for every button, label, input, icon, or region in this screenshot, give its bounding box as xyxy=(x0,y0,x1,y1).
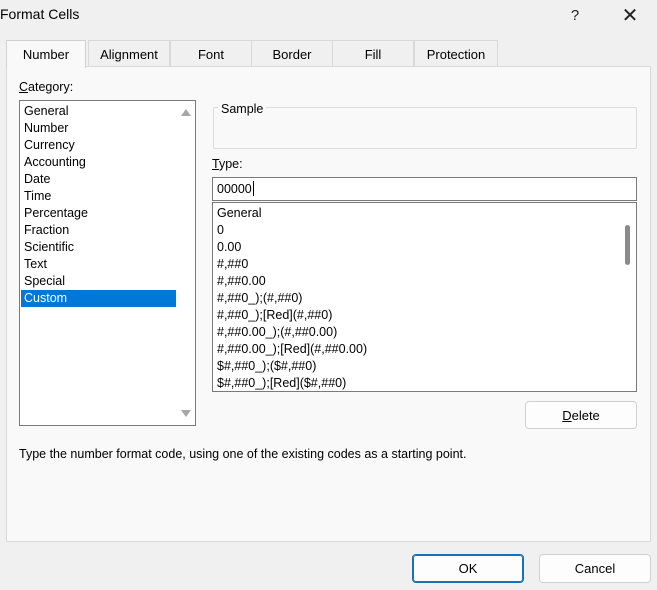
category-label: Category: xyxy=(19,80,74,94)
ok-button[interactable]: OK xyxy=(412,554,524,583)
sample-group xyxy=(213,107,637,149)
dialog-title: Format Cells xyxy=(0,6,80,22)
tab-font[interactable]: Font xyxy=(170,40,252,67)
category-item-general[interactable]: General xyxy=(21,103,176,120)
format-item[interactable]: General xyxy=(217,205,261,222)
format-item[interactable]: #,##0.00_);(#,##0.00) xyxy=(217,324,337,341)
category-item-special[interactable]: Special xyxy=(21,273,176,290)
scroll-up-icon[interactable] xyxy=(181,109,191,116)
tab-protection[interactable]: Protection xyxy=(414,40,498,67)
help-icon: ? xyxy=(570,6,580,24)
tab-border[interactable]: Border xyxy=(251,40,333,67)
category-item-date[interactable]: Date xyxy=(21,171,176,188)
type-label: Type: xyxy=(212,157,243,171)
type-input[interactable]: 00000 xyxy=(212,177,637,201)
cancel-button[interactable]: Cancel xyxy=(539,554,651,583)
category-list[interactable]: General Number Currency Accounting Date … xyxy=(19,100,196,426)
delete-button[interactable]: Delete xyxy=(525,401,637,429)
help-button[interactable]: ? xyxy=(552,0,598,30)
category-item-accounting[interactable]: Accounting xyxy=(21,154,176,171)
format-item[interactable]: 0 xyxy=(217,222,224,239)
category-item-currency[interactable]: Currency xyxy=(21,137,176,154)
category-item-scientific[interactable]: Scientific xyxy=(21,239,176,256)
format-item[interactable]: $#,##0_);[Red]($#,##0) xyxy=(217,375,346,391)
format-item[interactable]: #,##0.00_);[Red](#,##0.00) xyxy=(217,341,367,358)
scroll-down-icon[interactable] xyxy=(181,410,191,417)
title-bar: Format Cells ? ✕ xyxy=(0,0,657,30)
category-item-time[interactable]: Time xyxy=(21,188,176,205)
format-item[interactable]: #,##0_);(#,##0) xyxy=(217,290,302,307)
tab-number[interactable]: Number xyxy=(6,40,86,68)
format-code-list[interactable]: General 0 0.00 #,##0 #,##0.00 #,##0_);(#… xyxy=(212,202,637,392)
format-item[interactable]: #,##0.00 xyxy=(217,273,266,290)
text-caret xyxy=(252,181,254,196)
format-item[interactable]: 0.00 xyxy=(217,239,241,256)
sample-label: Sample xyxy=(218,102,267,116)
category-item-number[interactable]: Number xyxy=(21,120,176,137)
format-description: Type the number format code, using one o… xyxy=(19,447,467,461)
category-item-percentage[interactable]: Percentage xyxy=(21,205,176,222)
close-icon: ✕ xyxy=(621,4,639,27)
format-item[interactable]: #,##0_);[Red](#,##0) xyxy=(217,307,332,324)
tab-fill[interactable]: Fill xyxy=(332,40,414,67)
scrollbar-thumb[interactable] xyxy=(625,225,630,265)
tab-alignment[interactable]: Alignment xyxy=(88,40,170,67)
close-button[interactable]: ✕ xyxy=(607,0,653,30)
category-scrollbar[interactable] xyxy=(176,101,195,425)
format-item[interactable]: $#,##0_);($#,##0) xyxy=(217,358,316,375)
format-item[interactable]: #,##0 xyxy=(217,256,248,273)
category-item-fraction[interactable]: Fraction xyxy=(21,222,176,239)
category-item-text[interactable]: Text xyxy=(21,256,176,273)
format-list-scrollbar[interactable] xyxy=(617,203,636,391)
category-item-custom[interactable]: Custom xyxy=(21,290,176,307)
